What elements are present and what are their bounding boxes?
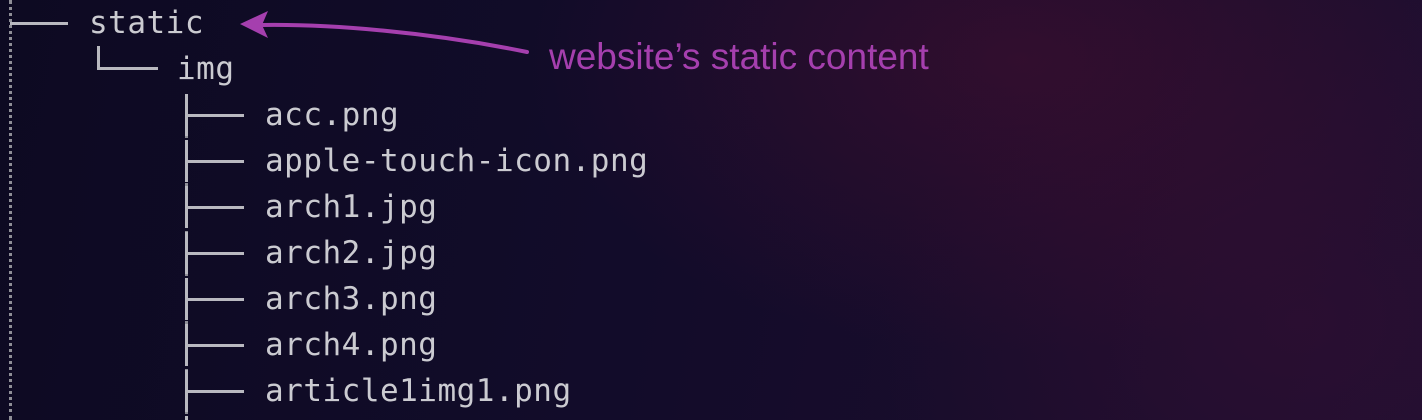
tree-branch-connector xyxy=(186,390,244,393)
tree-branch-connector xyxy=(186,114,244,117)
tree-entry-file[interactable]: arch2.jpg xyxy=(265,230,437,276)
tree-branch-connector xyxy=(186,160,244,163)
tree-branch-connector xyxy=(186,298,244,301)
tree-guide-line xyxy=(9,0,12,420)
tree-entry-file[interactable]: apple-touch-icon.png xyxy=(265,138,648,184)
tree-entry-img[interactable]: img xyxy=(177,46,235,92)
tree-branch-connector xyxy=(10,22,68,25)
tree-elbow-connector xyxy=(97,46,158,70)
tree-entry-file[interactable]: arch1.jpg xyxy=(265,184,437,230)
tree-entry-file[interactable]: arch4.png xyxy=(265,322,437,368)
annotation-label: website’s static content xyxy=(549,36,929,77)
tree-entry-static[interactable]: static xyxy=(89,0,204,46)
tree-branch-connector xyxy=(186,252,244,255)
tree-entry-file[interactable]: acc.png xyxy=(265,92,399,138)
tree-branch-connector xyxy=(186,206,244,209)
tree-tee-connector xyxy=(185,416,188,420)
tree-branch-connector xyxy=(186,344,244,347)
terminal-output: static img acc.png apple-touch-icon.png ar… xyxy=(0,0,1422,420)
tree-entry-file[interactable]: arch3.png xyxy=(265,276,437,322)
tree-entry-file[interactable]: article1img1.png xyxy=(265,368,572,414)
